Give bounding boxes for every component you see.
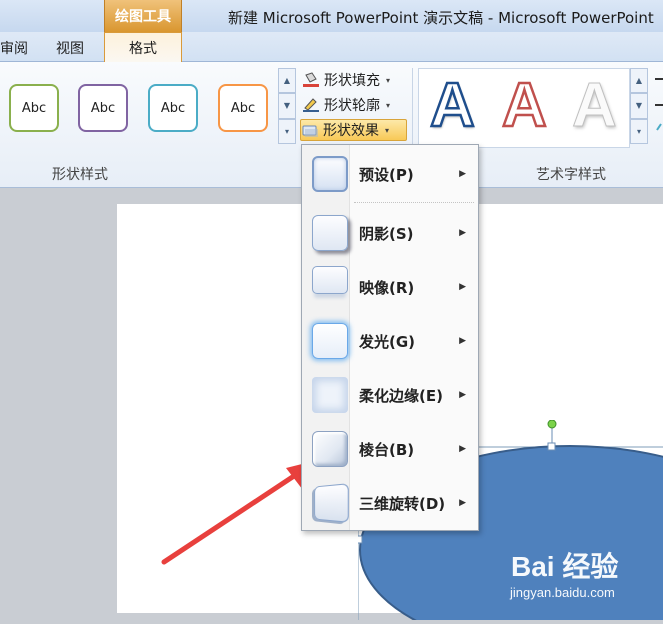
shape-fill-button[interactable]: 形状填充 ▾ <box>302 69 406 91</box>
menu-item-3d-rotation[interactable]: 三维旋转(D) ▶ <box>302 478 478 528</box>
wordart-red-outline[interactable]: A <box>501 70 548 142</box>
window-title: 新建 Microsoft PowerPoint 演示文稿 - Microsoft… <box>228 9 654 27</box>
tab-review[interactable]: 审阅 <box>0 38 28 58</box>
group-label-shape-styles: 形状样式 <box>52 167 108 183</box>
bevel-icon <box>312 431 348 467</box>
menu-separator <box>354 202 474 203</box>
group-label-wordart-styles: 艺术字样式 <box>536 167 606 183</box>
shape-fill-label: 形状填充 <box>324 73 380 89</box>
submenu-arrow-icon: ▶ <box>459 228 466 238</box>
gallery-down-icon[interactable]: ▼ <box>278 93 296 119</box>
shape-style-green[interactable]: Abc <box>9 84 59 132</box>
shape-effects-button[interactable]: 形状效果 ▾ <box>300 119 407 141</box>
menu-item-glow[interactable]: 发光(G) ▶ <box>302 316 478 366</box>
menu-item-label: 三维旋转(D) <box>359 494 446 513</box>
chevron-down-icon: ▾ <box>385 125 390 135</box>
resize-handle <box>547 442 556 451</box>
ribbon-tab-row: 审阅 视图 <box>0 32 663 62</box>
shape-styles-gallery-scroll[interactable]: ▲ ▼ ▾ <box>278 68 296 144</box>
shape-outline-button[interactable]: 形状轮廓 ▾ <box>302 94 406 116</box>
submenu-arrow-icon: ▶ <box>459 282 466 292</box>
menu-item-label: 预设(P) <box>359 165 414 184</box>
wordart-blue-outline[interactable]: A <box>429 70 476 142</box>
menu-item-preset[interactable]: 预设(P) ▶ <box>302 149 478 199</box>
text-tools-edge <box>655 70 663 140</box>
submenu-arrow-icon: ▶ <box>459 444 466 454</box>
rotate-handle <box>547 419 557 429</box>
gallery-more-icon[interactable]: ▾ <box>630 118 648 144</box>
menu-item-bevel[interactable]: 棱台(B) ▶ <box>302 424 478 474</box>
tab-view[interactable]: 视图 <box>56 38 84 58</box>
gallery-down-icon[interactable]: ▼ <box>630 93 648 119</box>
preset-icon <box>312 156 348 192</box>
baidu-watermark-url: jingyan.baidu.com <box>510 585 615 600</box>
shape-effects-menu: 预设(P) ▶ 阴影(S) ▶ 映像(R) ▶ 发光(G) ▶ 柔化边缘(E) … <box>301 144 479 531</box>
menu-item-reflection[interactable]: 映像(R) ▶ <box>302 262 478 312</box>
submenu-arrow-icon: ▶ <box>459 390 466 400</box>
shape-effects-icon <box>301 122 319 138</box>
gallery-up-icon[interactable]: ▲ <box>278 68 296 94</box>
shape-effects-label: 形状效果 <box>323 123 379 139</box>
chevron-down-icon: ▾ <box>386 75 391 85</box>
drawing-tools-context-tab: 绘图工具 <box>104 0 182 32</box>
3d-rotation-icon <box>314 483 349 523</box>
submenu-arrow-icon: ▶ <box>459 169 466 179</box>
submenu-arrow-icon: ▶ <box>459 336 466 346</box>
pencil-icon <box>302 97 320 113</box>
shape-style-orange[interactable]: Abc <box>218 84 268 132</box>
submenu-arrow-icon: ▶ <box>459 498 466 508</box>
shape-outline-label: 形状轮廓 <box>324 98 380 114</box>
menu-item-label: 棱台(B) <box>359 440 415 459</box>
gallery-more-icon[interactable]: ▾ <box>278 118 296 144</box>
wordart-gallery-scroll[interactable]: ▲ ▼ ▾ <box>630 68 648 144</box>
glow-icon <box>312 323 348 359</box>
menu-item-label: 发光(G) <box>359 332 416 351</box>
menu-item-label: 映像(R) <box>359 278 415 297</box>
resize-handle <box>354 535 363 544</box>
menu-item-label: 阴影(S) <box>359 224 414 243</box>
wordart-white-gray[interactable]: A <box>572 70 618 141</box>
menu-item-label: 柔化边缘(E) <box>359 386 443 405</box>
baidu-watermark-logo: Bai 经验 <box>511 551 619 582</box>
tab-format[interactable]: 格式 <box>104 32 182 63</box>
shadow-icon <box>312 215 348 251</box>
chevron-down-icon: ▾ <box>386 100 391 110</box>
reflection-icon <box>312 266 348 294</box>
menu-item-soft-edges[interactable]: 柔化边缘(E) ▶ <box>302 370 478 420</box>
gallery-up-icon[interactable]: ▲ <box>630 68 648 94</box>
menu-item-shadow[interactable]: 阴影(S) ▶ <box>302 208 478 258</box>
shape-style-aqua[interactable]: Abc <box>148 84 198 132</box>
shape-style-purple[interactable]: Abc <box>78 84 128 132</box>
soft-edges-icon <box>312 377 348 413</box>
paint-bucket-icon <box>302 72 320 88</box>
